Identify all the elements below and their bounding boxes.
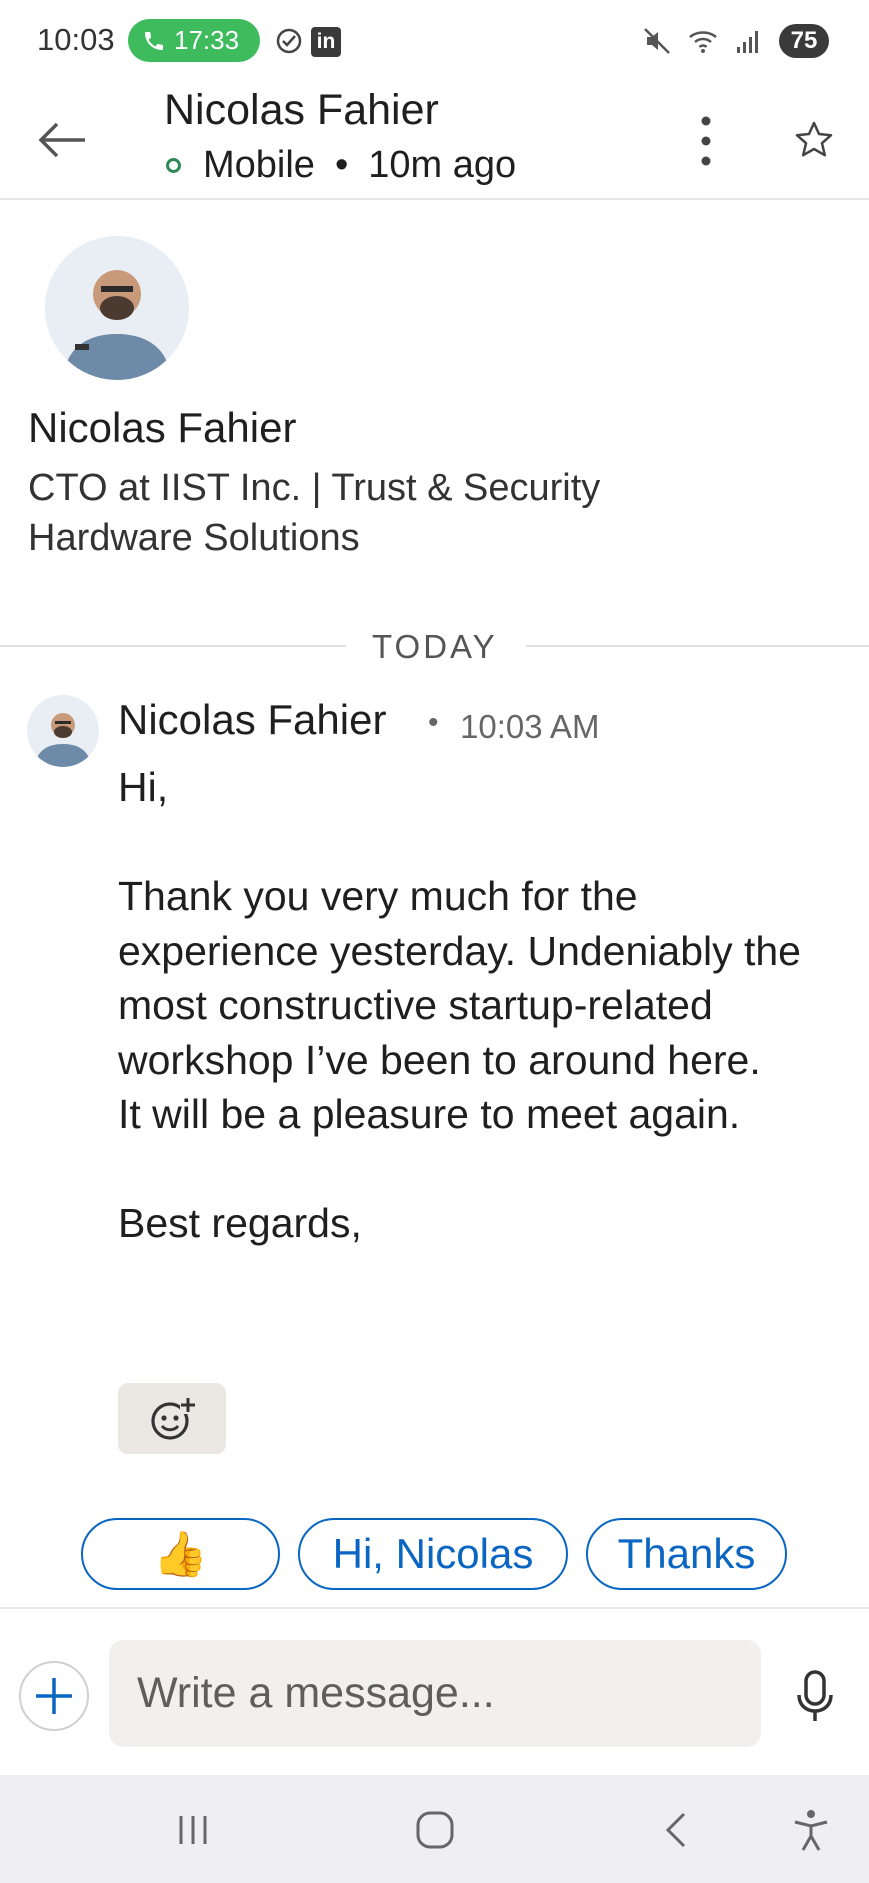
divider-line-right bbox=[526, 645, 869, 647]
presence-device: Mobile bbox=[203, 144, 315, 186]
contact-name[interactable]: Nicolas Fahier bbox=[164, 86, 439, 135]
signal-icon bbox=[737, 31, 758, 53]
message-line: Best regards, bbox=[118, 1200, 362, 1246]
chevron-left-icon bbox=[665, 1812, 686, 1848]
message-time: 10:03 AM bbox=[460, 708, 600, 745]
recents-button[interactable] bbox=[168, 1805, 218, 1855]
plus-icon bbox=[36, 1678, 72, 1714]
arrow-left-icon bbox=[38, 122, 85, 158]
recents-icon bbox=[179, 1816, 207, 1844]
message-input[interactable] bbox=[109, 1640, 761, 1747]
message-line: Thank you very much for the experience y… bbox=[118, 873, 801, 1083]
quick-reply-hi[interactable]: Hi, Nicolas bbox=[298, 1518, 568, 1590]
system-back-button[interactable] bbox=[652, 1805, 702, 1855]
wifi-icon bbox=[689, 31, 717, 53]
message-author[interactable]: Nicolas Fahier bbox=[118, 696, 386, 744]
quick-replies: 👍 Hi, Nicolas Thanks bbox=[0, 1518, 869, 1590]
battery-indicator: 75 bbox=[779, 24, 829, 58]
status-bar: 10:03 17:33 in 75 bbox=[0, 0, 869, 82]
call-duration: 17:33 bbox=[174, 25, 240, 55]
home-button[interactable] bbox=[410, 1805, 460, 1855]
check-circle-icon bbox=[276, 28, 302, 54]
message-body: Hi, Thank you very much for the experien… bbox=[118, 760, 838, 1251]
message-line: It will be a pleasure to meet again. bbox=[118, 1091, 741, 1137]
add-reaction-icon bbox=[151, 1397, 196, 1440]
back-button[interactable] bbox=[30, 108, 94, 172]
add-reaction-button[interactable] bbox=[118, 1383, 226, 1454]
avatar-photo bbox=[27, 695, 99, 767]
accessibility-icon bbox=[794, 1810, 828, 1851]
more-vertical-icon bbox=[701, 116, 711, 166]
mute-icon bbox=[644, 28, 670, 54]
accessibility-button[interactable] bbox=[786, 1805, 836, 1855]
message-composer bbox=[0, 1607, 869, 1775]
profile-avatar[interactable] bbox=[45, 236, 189, 380]
status-time: 10:03 bbox=[37, 22, 115, 57]
online-status-icon bbox=[166, 158, 181, 173]
more-options-button[interactable] bbox=[686, 104, 726, 178]
microphone-icon[interactable] bbox=[793, 1669, 837, 1725]
attach-button[interactable] bbox=[19, 1661, 89, 1731]
message-line: Hi, bbox=[118, 764, 169, 810]
profile-name[interactable]: Nicolas Fahier bbox=[28, 404, 296, 452]
contact-presence: Mobile • 10m ago bbox=[164, 144, 516, 187]
message-avatar[interactable] bbox=[27, 695, 99, 767]
avatar-photo bbox=[45, 236, 189, 380]
profile-headline: CTO at IIST Inc. | Trust & Security Hard… bbox=[28, 467, 601, 559]
quick-reply-thumbs-up[interactable]: 👍 bbox=[81, 1518, 280, 1590]
date-divider: TODAY bbox=[372, 628, 498, 665]
ongoing-call-pill[interactable]: 17:33 bbox=[128, 19, 260, 62]
separator-dot: • bbox=[334, 144, 349, 186]
home-icon bbox=[416, 1811, 454, 1849]
system-navigation-bar bbox=[0, 1775, 869, 1883]
status-right-icons: 75 bbox=[641, 24, 829, 58]
separator-dot: • bbox=[428, 706, 439, 739]
last-seen: 10m ago bbox=[368, 144, 517, 186]
phone-icon bbox=[145, 31, 163, 50]
star-icon[interactable] bbox=[792, 118, 836, 162]
linkedin-notification-icon: in bbox=[311, 27, 341, 57]
conversation-header: Nicolas Fahier Mobile • 10m ago bbox=[0, 82, 869, 200]
divider-line-left bbox=[0, 645, 346, 647]
quick-reply-thanks[interactable]: Thanks bbox=[586, 1518, 787, 1590]
